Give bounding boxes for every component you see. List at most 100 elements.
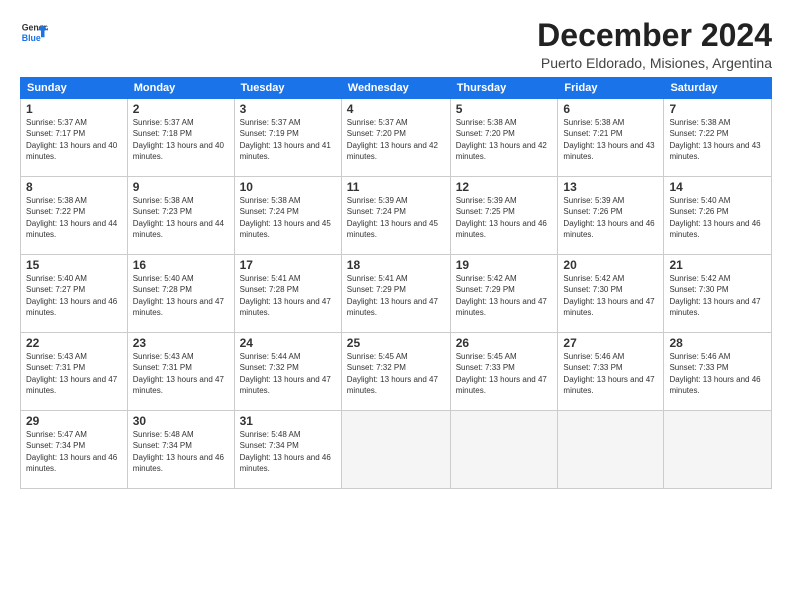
day-info: Sunrise: 5:38 AMSunset: 7:22 PMDaylight:… [26, 196, 117, 239]
calendar-cell: 25Sunrise: 5:45 AMSunset: 7:32 PMDayligh… [341, 333, 450, 411]
day-info: Sunrise: 5:45 AMSunset: 7:33 PMDaylight:… [456, 352, 547, 395]
subtitle: Puerto Eldorado, Misiones, Argentina [537, 55, 772, 71]
day-info: Sunrise: 5:42 AMSunset: 7:30 PMDaylight:… [669, 274, 760, 317]
day-info: Sunrise: 5:46 AMSunset: 7:33 PMDaylight:… [563, 352, 654, 395]
week-row-1: 1 Sunrise: 5:37 AMSunset: 7:17 PMDaylight… [21, 99, 772, 177]
col-thursday: Thursday [450, 78, 558, 99]
calendar-cell: 27 Sunrise: 5:46 AMSunset: 7:33 PMDayligh… [558, 333, 664, 411]
calendar-cell: 21 Sunrise: 5:42 AMSunset: 7:30 PMDayligh… [664, 255, 772, 333]
week-row-3: 15Sunrise: 5:40 AMSunset: 7:27 PMDayligh… [21, 255, 772, 333]
calendar-cell: 10 Sunrise: 5:38 AMSunset: 7:24 PMDayligh… [234, 177, 341, 255]
calendar-cell [450, 411, 558, 489]
day-number: 10 [240, 180, 336, 194]
calendar-cell: 8Sunrise: 5:38 AMSunset: 7:22 PMDaylight… [21, 177, 128, 255]
day-info: Sunrise: 5:39 AMSunset: 7:26 PMDaylight:… [563, 196, 654, 239]
day-info: Sunrise: 5:43 AMSunset: 7:31 PMDaylight:… [133, 352, 224, 395]
day-info: Sunrise: 5:38 AMSunset: 7:22 PMDaylight:… [669, 118, 760, 161]
week-row-5: 29 Sunrise: 5:47 AMSunset: 7:34 PMDayligh… [21, 411, 772, 489]
day-number: 30 [133, 414, 229, 428]
day-info: Sunrise: 5:37 AMSunset: 7:18 PMDaylight:… [133, 118, 224, 161]
day-info: Sunrise: 5:39 AMSunset: 7:25 PMDaylight:… [456, 196, 547, 239]
day-number: 31 [240, 414, 336, 428]
day-number: 3 [240, 102, 336, 116]
calendar-cell: 28 Sunrise: 5:46 AMSunset: 7:33 PMDayligh… [664, 333, 772, 411]
calendar-cell: 11 Sunrise: 5:39 AMSunset: 7:24 PMDayligh… [341, 177, 450, 255]
calendar-cell: 31 Sunrise: 5:48 AMSunset: 7:34 PMDayligh… [234, 411, 341, 489]
day-info: Sunrise: 5:40 AMSunset: 7:26 PMDaylight:… [669, 196, 760, 239]
day-info: Sunrise: 5:43 AMSunset: 7:31 PMDaylight:… [26, 352, 117, 395]
calendar-cell: 23 Sunrise: 5:43 AMSunset: 7:31 PMDayligh… [127, 333, 234, 411]
day-info: Sunrise: 5:48 AMSunset: 7:34 PMDaylight:… [240, 430, 331, 473]
calendar-cell: 2 Sunrise: 5:37 AMSunset: 7:18 PMDaylight… [127, 99, 234, 177]
calendar-cell [664, 411, 772, 489]
col-monday: Monday [127, 78, 234, 99]
day-number: 5 [456, 102, 553, 116]
day-info: Sunrise: 5:46 AMSunset: 7:33 PMDaylight:… [669, 352, 760, 395]
svg-text:Blue: Blue [22, 33, 41, 43]
calendar-cell: 9 Sunrise: 5:38 AMSunset: 7:23 PMDaylight… [127, 177, 234, 255]
calendar-cell: 22 Sunrise: 5:43 AMSunset: 7:31 PMDayligh… [21, 333, 128, 411]
calendar-cell: 5 Sunrise: 5:38 AMSunset: 7:20 PMDaylight… [450, 99, 558, 177]
day-number: 13 [563, 180, 658, 194]
day-number: 22 [26, 336, 122, 350]
day-number: 18 [347, 258, 445, 272]
day-number: 24 [240, 336, 336, 350]
calendar-cell: 13 Sunrise: 5:39 AMSunset: 7:26 PMDayligh… [558, 177, 664, 255]
header-row: Sunday Monday Tuesday Wednesday Thursday… [21, 78, 772, 99]
calendar-cell: 3 Sunrise: 5:37 AMSunset: 7:19 PMDaylight… [234, 99, 341, 177]
header: General Blue December 2024 Puerto Eldora… [20, 18, 772, 71]
day-number: 23 [133, 336, 229, 350]
day-info: Sunrise: 5:42 AMSunset: 7:29 PMDaylight:… [456, 274, 547, 317]
day-number: 6 [563, 102, 658, 116]
day-number: 15 [26, 258, 122, 272]
week-row-2: 8Sunrise: 5:38 AMSunset: 7:22 PMDaylight… [21, 177, 772, 255]
day-number: 1 [26, 102, 122, 116]
calendar-cell: 1 Sunrise: 5:37 AMSunset: 7:17 PMDaylight… [21, 99, 128, 177]
calendar-cell: 20Sunrise: 5:42 AMSunset: 7:30 PMDayligh… [558, 255, 664, 333]
day-info: Sunrise: 5:38 AMSunset: 7:23 PMDaylight:… [133, 196, 224, 239]
day-info: Sunrise: 5:38 AMSunset: 7:21 PMDaylight:… [563, 118, 654, 161]
calendar-cell: 16 Sunrise: 5:40 AMSunset: 7:28 PMDayligh… [127, 255, 234, 333]
day-number: 2 [133, 102, 229, 116]
calendar-cell: 18 Sunrise: 5:41 AMSunset: 7:29 PMDayligh… [341, 255, 450, 333]
day-info: Sunrise: 5:37 AMSunset: 7:17 PMDaylight:… [26, 118, 117, 161]
day-info: Sunrise: 5:37 AMSunset: 7:19 PMDaylight:… [240, 118, 331, 161]
day-info: Sunrise: 5:41 AMSunset: 7:28 PMDaylight:… [240, 274, 331, 317]
day-number: 9 [133, 180, 229, 194]
day-number: 21 [669, 258, 766, 272]
day-info: Sunrise: 5:38 AMSunset: 7:20 PMDaylight:… [456, 118, 547, 161]
calendar-cell: 24Sunrise: 5:44 AMSunset: 7:32 PMDayligh… [234, 333, 341, 411]
col-wednesday: Wednesday [341, 78, 450, 99]
calendar-cell [341, 411, 450, 489]
day-number: 11 [347, 180, 445, 194]
day-number: 7 [669, 102, 766, 116]
day-number: 4 [347, 102, 445, 116]
calendar-cell: 26Sunrise: 5:45 AMSunset: 7:33 PMDayligh… [450, 333, 558, 411]
day-info: Sunrise: 5:37 AMSunset: 7:20 PMDaylight:… [347, 118, 438, 161]
day-number: 28 [669, 336, 766, 350]
day-number: 19 [456, 258, 553, 272]
day-info: Sunrise: 5:38 AMSunset: 7:24 PMDaylight:… [240, 196, 331, 239]
month-title: December 2024 [537, 18, 772, 53]
day-number: 16 [133, 258, 229, 272]
day-info: Sunrise: 5:39 AMSunset: 7:24 PMDaylight:… [347, 196, 438, 239]
day-number: 20 [563, 258, 658, 272]
calendar-cell: 15Sunrise: 5:40 AMSunset: 7:27 PMDayligh… [21, 255, 128, 333]
calendar-table: Sunday Monday Tuesday Wednesday Thursday… [20, 77, 772, 489]
day-info: Sunrise: 5:47 AMSunset: 7:34 PMDaylight:… [26, 430, 117, 473]
calendar-cell: 17Sunrise: 5:41 AMSunset: 7:28 PMDayligh… [234, 255, 341, 333]
day-number: 27 [563, 336, 658, 350]
calendar-cell: 7 Sunrise: 5:38 AMSunset: 7:22 PMDaylight… [664, 99, 772, 177]
calendar-cell: 6 Sunrise: 5:38 AMSunset: 7:21 PMDaylight… [558, 99, 664, 177]
calendar-cell: 30Sunrise: 5:48 AMSunset: 7:34 PMDayligh… [127, 411, 234, 489]
calendar-cell [558, 411, 664, 489]
day-info: Sunrise: 5:40 AMSunset: 7:28 PMDaylight:… [133, 274, 224, 317]
page: General Blue December 2024 Puerto Eldora… [0, 0, 792, 612]
week-row-4: 22 Sunrise: 5:43 AMSunset: 7:31 PMDayligh… [21, 333, 772, 411]
title-section: December 2024 Puerto Eldorado, Misiones,… [537, 18, 772, 71]
day-number: 29 [26, 414, 122, 428]
col-tuesday: Tuesday [234, 78, 341, 99]
calendar-cell: 19 Sunrise: 5:42 AMSunset: 7:29 PMDayligh… [450, 255, 558, 333]
day-info: Sunrise: 5:41 AMSunset: 7:29 PMDaylight:… [347, 274, 438, 317]
calendar-cell: 29 Sunrise: 5:47 AMSunset: 7:34 PMDayligh… [21, 411, 128, 489]
